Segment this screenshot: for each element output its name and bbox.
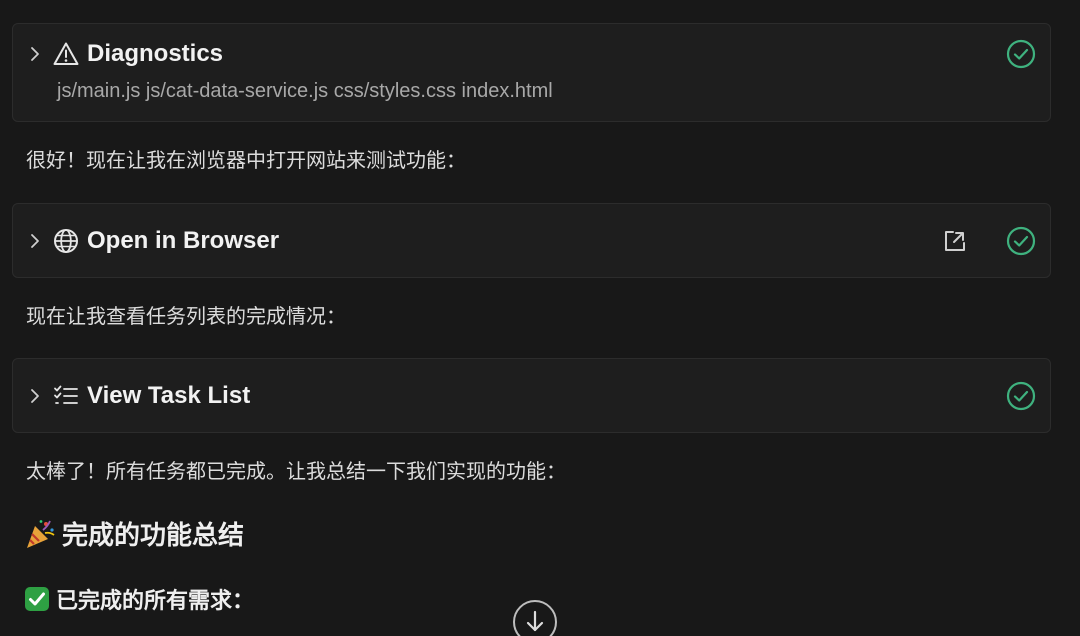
summary-heading: 完成的功能总结 <box>24 515 244 552</box>
requirements-subheading: 已完成的所有需求： <box>24 583 254 615</box>
diagnostics-tool-card[interactable]: Diagnostics js/main.js js/cat-data-servi… <box>12 23 1051 122</box>
chevron-right-icon[interactable] <box>27 233 43 249</box>
open-in-browser-tool-card[interactable]: Open in Browser <box>12 203 1051 278</box>
diagnostics-file-list: js/main.js js/cat-data-service.js css/st… <box>57 80 553 102</box>
assistant-message: 现在让我查看任务列表的完成情况： <box>26 304 346 328</box>
arrow-down-icon <box>526 610 544 632</box>
chevron-right-icon[interactable] <box>27 388 43 404</box>
chat-panel: Diagnostics js/main.js js/cat-data-servi… <box>0 0 1080 636</box>
success-check-icon <box>1006 381 1036 411</box>
party-popper-icon <box>27 519 55 548</box>
globe-icon <box>54 229 78 253</box>
success-check-icon <box>1006 226 1036 256</box>
requirements-subheading-text: 已完成的所有需求： <box>56 589 255 614</box>
view-task-list-tool-card[interactable]: View Task List <box>12 358 1051 433</box>
task-list-icon <box>54 385 78 404</box>
assistant-message: 很好！现在让我在浏览器中打开网站来测试功能： <box>26 148 466 172</box>
success-check-icon <box>1006 39 1036 69</box>
summary-heading-text: 完成的功能总结 <box>62 521 245 551</box>
chevron-right-icon[interactable] <box>27 46 43 62</box>
open-in-browser-title: Open in Browser <box>87 227 280 254</box>
view-task-list-title: View Task List <box>87 382 251 409</box>
open-external-icon[interactable] <box>942 228 968 254</box>
assistant-message: 太棒了！所有任务都已完成。让我总结一下我们实现的功能： <box>26 459 566 483</box>
scroll-to-bottom-button[interactable] <box>513 600 557 636</box>
check-mark-button-icon <box>25 587 49 611</box>
diagnostics-title: Diagnostics <box>87 40 224 67</box>
warning-triangle-icon <box>53 42 79 65</box>
